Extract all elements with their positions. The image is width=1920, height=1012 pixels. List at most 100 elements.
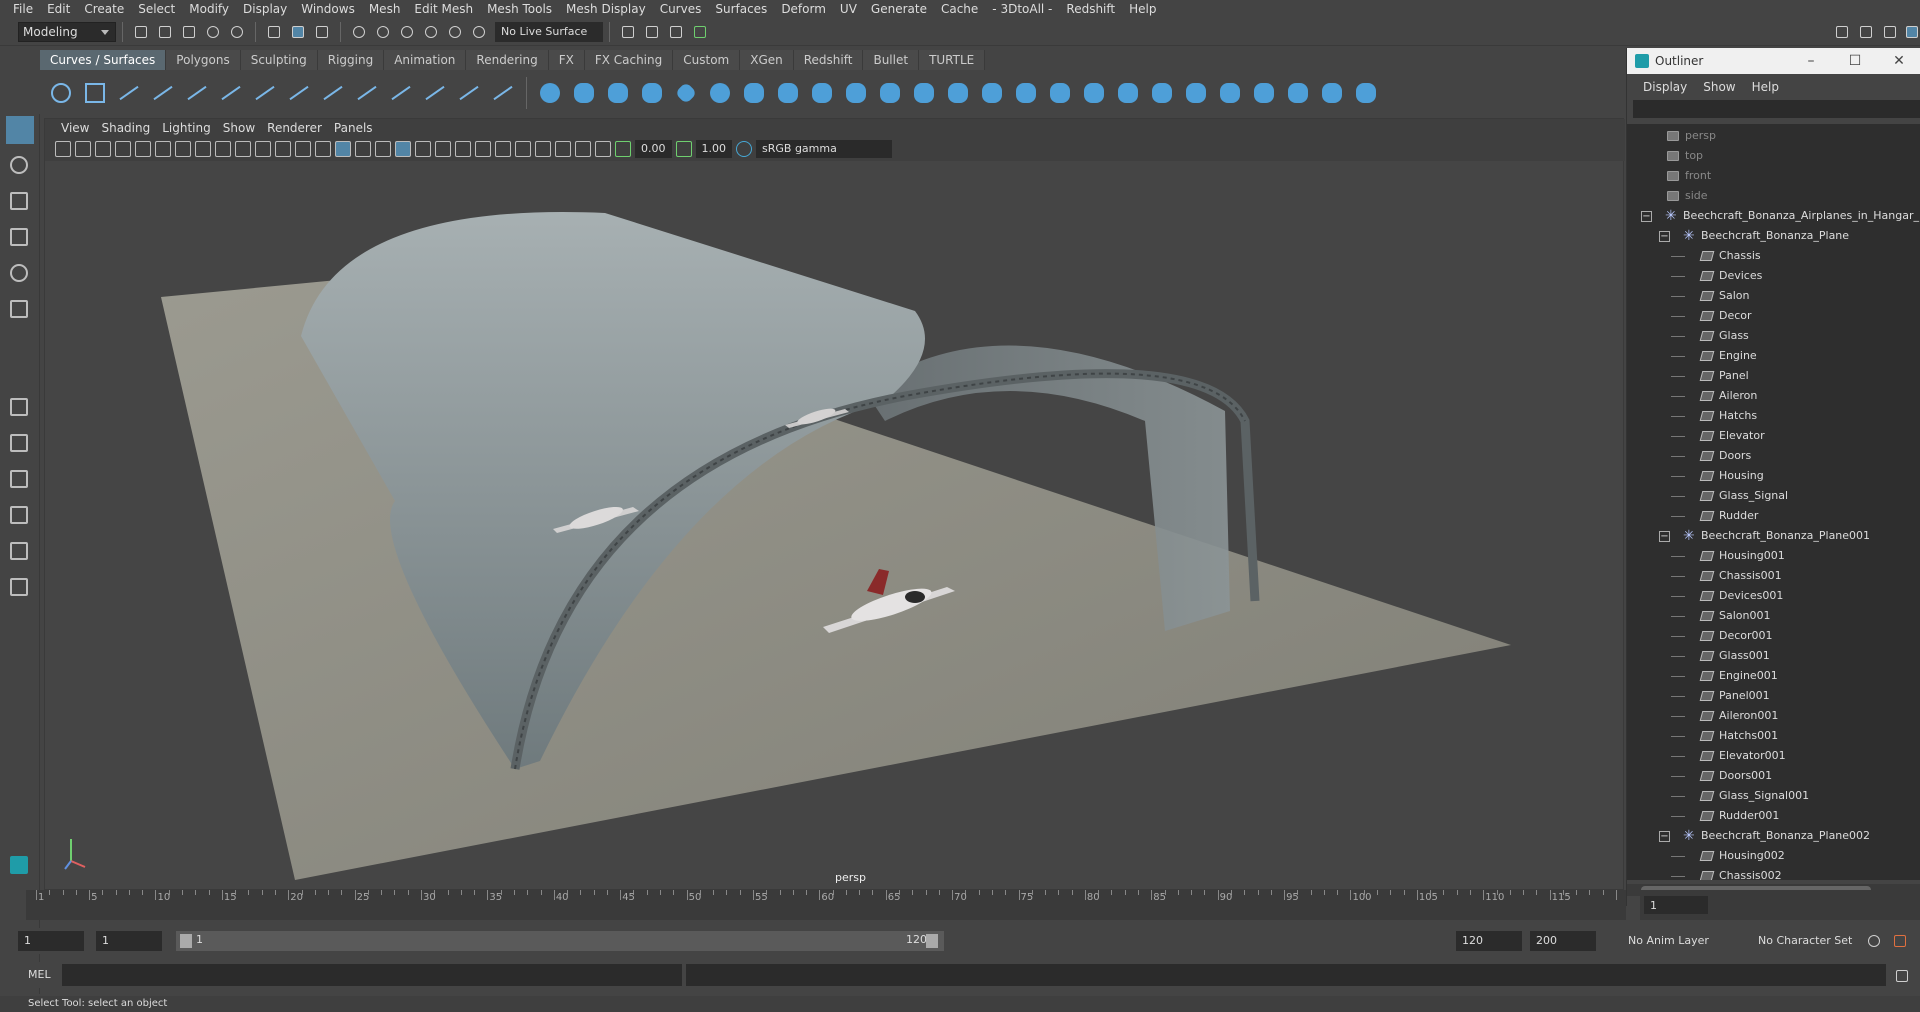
menu-item[interactable]: Redshift <box>1059 2 1122 16</box>
playback-end-field[interactable]: 120 <box>1456 931 1522 951</box>
nurbs-cone-icon[interactable] <box>638 79 666 107</box>
snap-view-icon[interactable] <box>421 22 441 42</box>
insert-isoparm-icon[interactable] <box>1216 79 1244 107</box>
nurbs-sphere-icon[interactable] <box>536 79 564 107</box>
menu-item[interactable]: Deform <box>774 2 833 16</box>
image-plane-icon[interactable] <box>115 141 131 157</box>
outliner-mesh-item[interactable]: Chassis001 <box>1627 566 1920 586</box>
shelf-tab[interactable]: Curves / Surfaces <box>40 50 167 70</box>
graph-layout-icon[interactable] <box>6 538 34 566</box>
loft-icon[interactable] <box>774 79 802 107</box>
detach-surface-icon[interactable] <box>1182 79 1210 107</box>
resolution-gate-icon[interactable] <box>215 141 231 157</box>
shelf-tab[interactable]: Custom <box>673 50 741 70</box>
isolate-select-icon[interactable] <box>535 141 551 157</box>
outliner-mesh-item[interactable]: Hatchs <box>1627 406 1920 426</box>
menu-item[interactable]: Mesh Tools <box>480 2 559 16</box>
project-curve-icon[interactable] <box>1012 79 1040 107</box>
end-frame-field[interactable]: 200 <box>1530 931 1596 951</box>
outliner-mesh-item[interactable]: Panel <box>1627 366 1920 386</box>
curve-attach-icon[interactable] <box>251 79 279 107</box>
planar-icon[interactable] <box>808 79 836 107</box>
scale-tool-icon[interactable] <box>6 296 34 324</box>
menu-item[interactable]: Cache <box>934 2 985 16</box>
outliner-mesh-item[interactable]: Rudder001 <box>1627 806 1920 826</box>
outliner-mesh-item[interactable]: Decor <box>1627 306 1920 326</box>
nurbs-to-poly-icon[interactable] <box>1352 79 1380 107</box>
wireframe-icon[interactable] <box>315 141 331 157</box>
shelf-tab[interactable]: FX <box>548 50 585 70</box>
outliner-mesh-item[interactable]: Housing001 <box>1627 546 1920 566</box>
render-settings-icon[interactable] <box>690 22 710 42</box>
default-material-icon[interactable] <box>355 141 371 157</box>
curve-extend-icon[interactable] <box>353 79 381 107</box>
ipr-render-icon[interactable] <box>666 22 686 42</box>
outliner-mesh-item[interactable]: Salon001 <box>1627 606 1920 626</box>
curve-fillet-icon[interactable] <box>489 79 517 107</box>
outliner-mesh-item[interactable]: Aileron001 <box>1627 706 1920 726</box>
maximize-icon[interactable]: ☐ <box>1833 53 1877 69</box>
start-frame-field[interactable]: 1 <box>18 931 84 951</box>
collapse-toggle-icon[interactable]: − <box>1659 831 1670 842</box>
motion-blur-icon[interactable] <box>475 141 491 157</box>
select-object-icon[interactable] <box>288 22 308 42</box>
trim-tool-icon[interactable] <box>1080 79 1108 107</box>
extrude-icon[interactable] <box>842 79 870 107</box>
shelf-tab[interactable]: FX Caching <box>584 50 674 70</box>
rebuild-surface-icon[interactable] <box>1250 79 1278 107</box>
shelf-tab[interactable]: XGen <box>740 50 794 70</box>
menu-item[interactable]: Curves <box>653 2 709 16</box>
depth-of-field-icon[interactable] <box>515 141 531 157</box>
collapse-toggle-icon[interactable]: − <box>1641 211 1652 222</box>
ambient-occlusion-icon[interactable] <box>455 141 471 157</box>
outliner-mesh-item[interactable]: Rudder <box>1627 506 1920 526</box>
current-frame-field[interactable]: 1 <box>1644 896 1708 914</box>
redo-icon[interactable] <box>227 22 247 42</box>
viewport-menu-item[interactable]: Renderer <box>261 121 328 135</box>
film-gate-icon[interactable] <box>195 141 211 157</box>
outliner-mesh-item[interactable]: Chassis <box>1627 246 1920 266</box>
shelf-tab[interactable]: Polygons <box>166 50 241 70</box>
snap-grid-icon[interactable] <box>349 22 369 42</box>
ep-curve-icon[interactable] <box>115 79 143 107</box>
viewport-menu-item[interactable]: Panels <box>328 121 379 135</box>
safe-action-icon[interactable] <box>275 141 291 157</box>
shelf-tab[interactable]: Rigging <box>317 50 385 70</box>
paint-select-icon[interactable] <box>6 188 34 216</box>
four-layout-icon[interactable] <box>6 430 34 458</box>
shadows-icon[interactable] <box>435 141 451 157</box>
render-frame-icon[interactable] <box>642 22 662 42</box>
grid-icon[interactable] <box>175 141 191 157</box>
mode-selector[interactable]: Modeling <box>18 21 116 42</box>
panel-icon[interactable] <box>1880 22 1900 42</box>
cv-curve-icon[interactable] <box>183 79 211 107</box>
gamma-icon[interactable] <box>675 141 692 157</box>
render-view-icon[interactable] <box>618 22 638 42</box>
shelf-tab[interactable]: Sculpting <box>240 50 318 70</box>
two-d-pan-icon[interactable] <box>135 141 151 157</box>
save-scene-icon[interactable] <box>179 22 199 42</box>
outliner-mesh-item[interactable]: Decor001 <box>1627 626 1920 646</box>
shelf-tab[interactable]: Animation <box>384 50 467 70</box>
menu-item[interactable]: Create <box>77 2 131 16</box>
new-scene-icon[interactable] <box>131 22 151 42</box>
menu-item[interactable]: Edit <box>40 2 77 16</box>
curve-rebuild-icon[interactable] <box>421 79 449 107</box>
menu-item[interactable]: UV <box>833 2 864 16</box>
menu-item[interactable]: Windows <box>294 2 362 16</box>
time-slider[interactable]: 1 5 10 15 20 25 30 35 40 45 50 55 60 65 70 75 80 85 90 95 10… <box>26 890 1626 920</box>
outliner-menu-item[interactable]: Show <box>1695 80 1743 94</box>
outliner-root-group[interactable]: − ✳ Beechcraft_Bonanza_Airplanes_in_Hangar… <box>1627 206 1920 226</box>
outliner-mesh-item[interactable]: Devices <box>1627 266 1920 286</box>
outliner-mesh-item[interactable]: Housing <box>1627 466 1920 486</box>
bezier-curve-icon[interactable] <box>217 79 245 107</box>
viewport-menu-item[interactable]: Shading <box>95 121 156 135</box>
outliner-mesh-item[interactable]: Panel001 <box>1627 686 1920 706</box>
select-component-icon[interactable] <box>312 22 332 42</box>
scene-render[interactable] <box>45 161 1623 889</box>
outliner-camera-item[interactable]: side <box>1627 186 1920 206</box>
anim-layer-dropdown[interactable]: No Anim Layer <box>1622 931 1740 951</box>
hypershade-layout-icon[interactable] <box>6 574 34 602</box>
shelf-tab[interactable]: Bullet <box>863 50 920 70</box>
birail-icon[interactable] <box>876 79 904 107</box>
